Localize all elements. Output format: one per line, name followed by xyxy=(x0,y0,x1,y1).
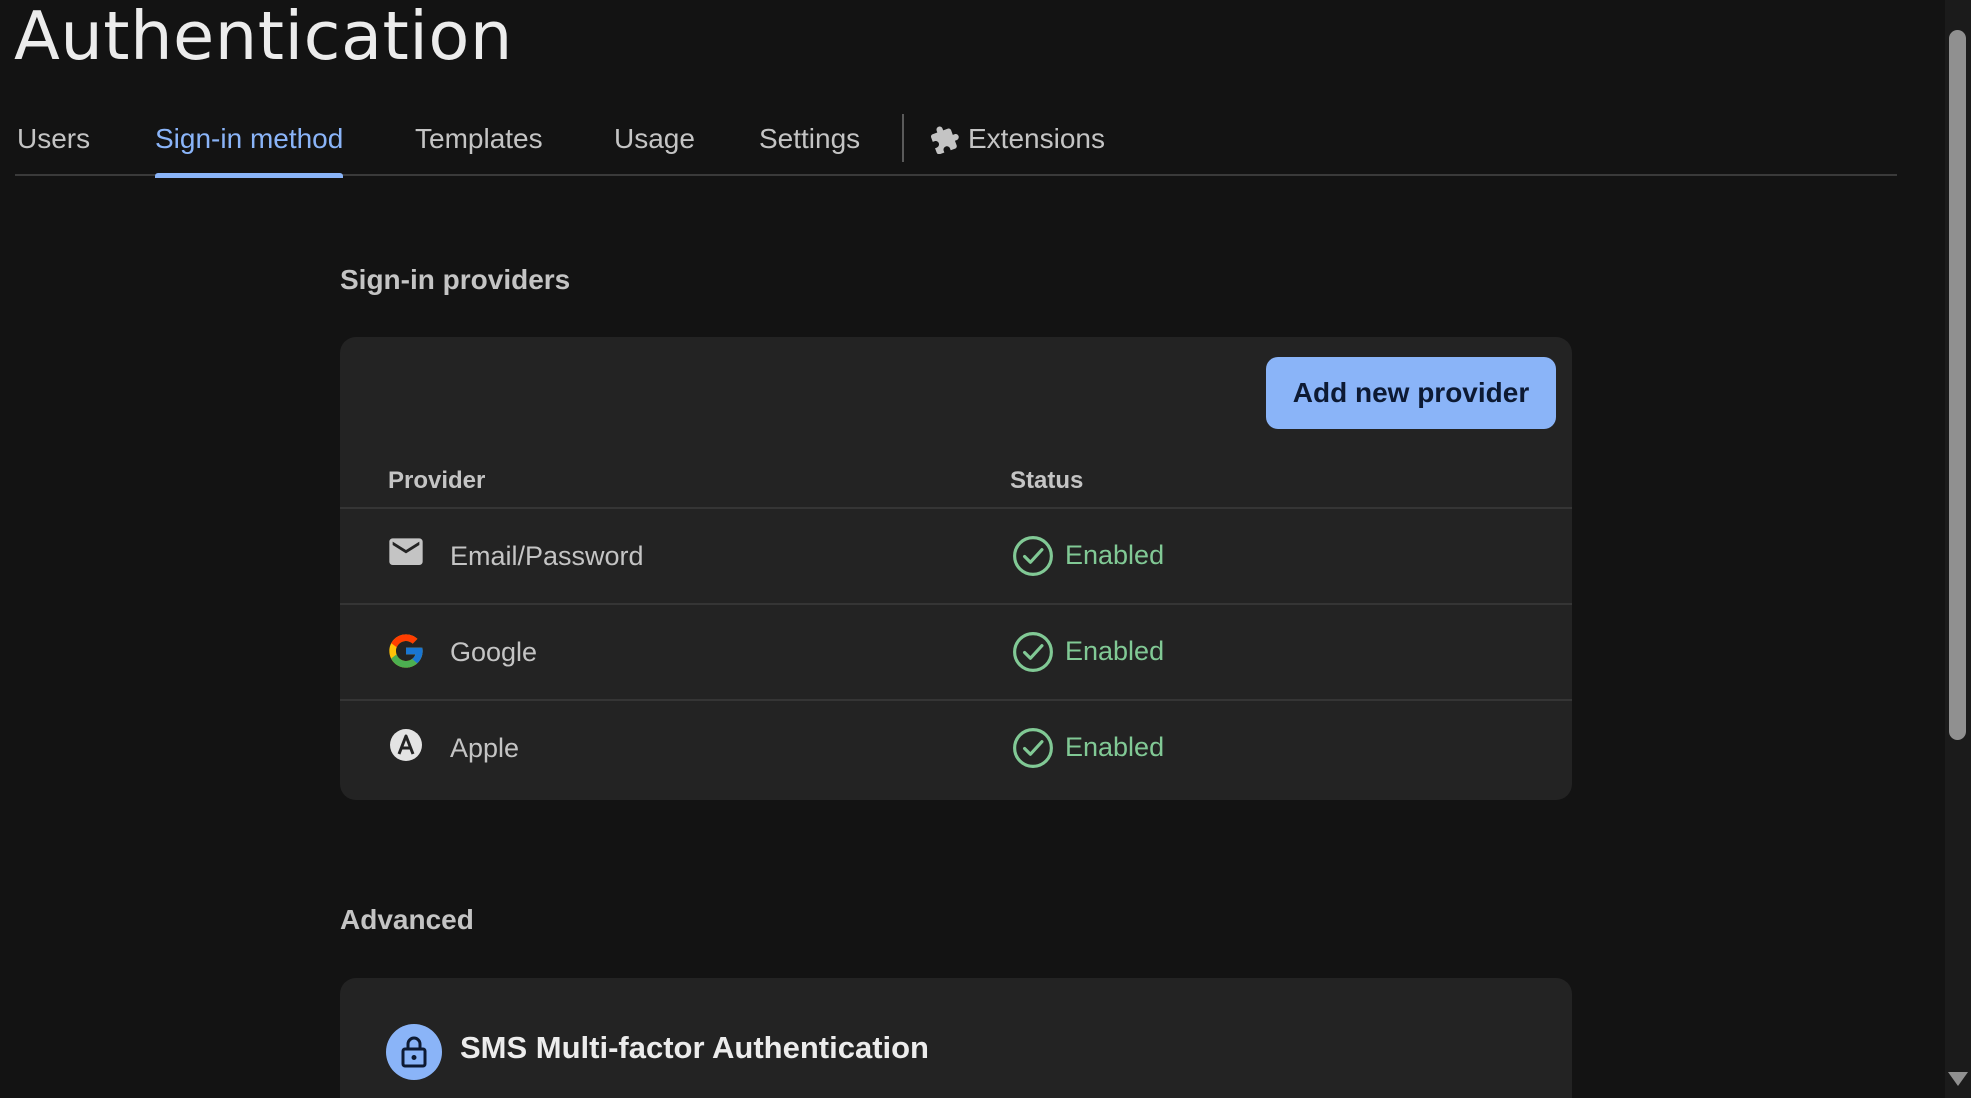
provider-name: Google xyxy=(450,637,538,667)
apple-icon xyxy=(390,729,422,761)
scrollbar-thumb[interactable] xyxy=(1949,30,1966,740)
check-circle-icon xyxy=(1013,632,1053,672)
tab-users[interactable]: Users xyxy=(17,104,90,176)
tab-extensions[interactable]: Extensions xyxy=(930,104,1105,176)
advanced-section-title: Advanced xyxy=(340,904,474,935)
vertical-scrollbar[interactable] xyxy=(1945,0,1971,1098)
tab-templates[interactable]: Templates xyxy=(415,104,543,176)
page: Authentication Users Sign-in method Temp… xyxy=(0,0,1971,1098)
providers-card: Add new provider Provider Status Email/P… xyxy=(340,337,1572,800)
tab-settings[interactable]: Settings xyxy=(759,104,860,176)
column-header-provider: Provider xyxy=(388,467,486,494)
providers-table-header: Provider Status xyxy=(340,457,1572,509)
tab-usage[interactable]: Usage xyxy=(614,104,695,176)
providers-section-title: Sign-in providers xyxy=(340,264,571,295)
page-title: Authentication xyxy=(14,0,513,75)
status-text: Enabled xyxy=(1065,636,1165,666)
check-circle-icon xyxy=(1013,728,1053,768)
google-icon xyxy=(389,634,423,668)
advanced-card[interactable]: SMS Multi-factor Authentication xyxy=(340,978,1572,1098)
lock-badge xyxy=(386,1024,442,1080)
tab-bar: Users Sign-in method Templates Usage Set… xyxy=(15,104,1897,178)
provider-name: Email/Password xyxy=(450,541,644,571)
scroll-down-arrow-icon[interactable] xyxy=(1948,1072,1968,1086)
puzzle-piece-icon xyxy=(930,126,959,154)
status-text: Enabled xyxy=(1065,540,1165,570)
status-text: Enabled xyxy=(1065,732,1165,762)
email-icon xyxy=(389,538,423,565)
lock-icon xyxy=(401,1036,427,1068)
provider-name: Apple xyxy=(450,733,520,763)
add-new-provider-button[interactable]: Add new provider xyxy=(1266,357,1556,429)
tab-divider xyxy=(902,114,904,162)
provider-row-apple[interactable]: Apple Enabled xyxy=(340,701,1572,797)
sms-mfa-title: SMS Multi-factor Authentication xyxy=(460,1030,929,1065)
check-circle-icon xyxy=(1013,536,1053,576)
column-header-status: Status xyxy=(1010,467,1084,494)
provider-row-google[interactable]: Google Enabled xyxy=(340,605,1572,701)
tab-sign-in-method[interactable]: Sign-in method xyxy=(155,104,344,178)
provider-row-email-password[interactable]: Email/Password Enabled xyxy=(340,509,1572,605)
tab-extensions-label: Extensions xyxy=(968,123,1105,154)
